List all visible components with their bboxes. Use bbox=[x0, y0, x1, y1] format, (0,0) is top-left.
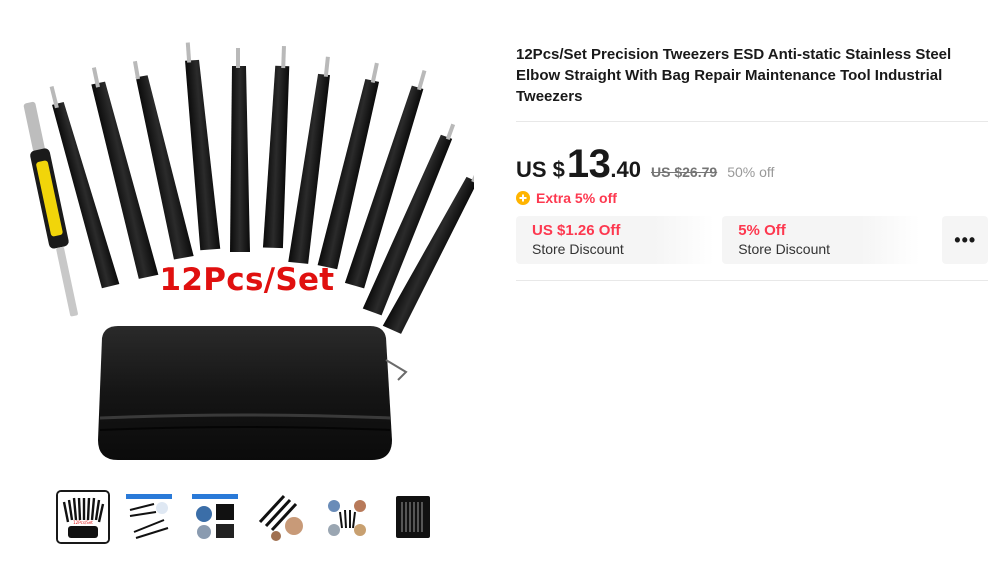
coupon-list: US $1.26 Off Store Discount 5% Off Store… bbox=[516, 216, 988, 264]
more-icon: ••• bbox=[954, 229, 977, 250]
extra-discount-row: Extra 5% off bbox=[516, 188, 988, 208]
coupon-title: 5% Off bbox=[738, 222, 786, 239]
set-count-overlay: 12Pcs/Set bbox=[159, 262, 335, 298]
thumbnail-case-image bbox=[388, 492, 438, 542]
original-price: US $26.79 bbox=[651, 164, 718, 180]
thumbnail-4[interactable] bbox=[254, 490, 308, 544]
thumbnail-detail-image bbox=[124, 492, 174, 542]
product-title: 12Pcs/Set Precision Tweezers ESD Anti-st… bbox=[516, 46, 952, 105]
zipper-bag bbox=[98, 326, 408, 460]
price-decimal: .40 bbox=[610, 157, 642, 182]
tweezers-set-illustration bbox=[23, 42, 474, 460]
coupon-subtitle: Store Discount bbox=[532, 241, 624, 257]
main-product-image[interactable] bbox=[14, 20, 474, 470]
coupon-title: US $1.26 Off bbox=[532, 222, 621, 239]
divider bbox=[516, 121, 988, 122]
thumbnail-3[interactable] bbox=[188, 490, 242, 544]
extra-discount-text: Extra 5% off bbox=[536, 190, 617, 206]
price-block: US $ 13 .40 US $26.79 50% off bbox=[516, 142, 988, 186]
thumbnail-closeup-image bbox=[256, 492, 306, 542]
divider bbox=[516, 280, 988, 281]
product-info: 12Pcs/Set Precision Tweezers ESD Anti-st… bbox=[516, 44, 988, 281]
price-currency: US $ bbox=[516, 157, 565, 182]
thumbnail-usage-image bbox=[190, 492, 240, 542]
coupon-store-discount-percent[interactable]: 5% Off Store Discount bbox=[722, 216, 921, 264]
thumbnail-6[interactable] bbox=[386, 490, 440, 544]
thumbnail-strip: 12Pcs/Set bbox=[56, 490, 440, 544]
spudger-tool bbox=[23, 101, 78, 317]
coupon-store-discount-amount[interactable]: US $1.26 Off Store Discount bbox=[516, 216, 715, 264]
thumbnail-5[interactable] bbox=[320, 490, 374, 544]
price-integer: 13 bbox=[566, 142, 611, 186]
thumbnail-1[interactable]: 12Pcs/Set bbox=[56, 490, 110, 544]
plus-coin-icon bbox=[516, 191, 530, 205]
more-coupons-button[interactable]: ••• bbox=[942, 216, 988, 264]
thumbnail-2[interactable] bbox=[122, 490, 176, 544]
thumbnail-features-image bbox=[322, 492, 372, 542]
product-gallery: 12Pcs/Set 12Pcs/Set bbox=[0, 0, 500, 562]
coupon-subtitle: Store Discount bbox=[738, 241, 831, 257]
svg-text:12Pcs/Set: 12Pcs/Set bbox=[73, 520, 93, 525]
discount-percent: 50% off bbox=[727, 164, 775, 180]
thumbnail-tweezers-image: 12Pcs/Set bbox=[58, 492, 108, 542]
